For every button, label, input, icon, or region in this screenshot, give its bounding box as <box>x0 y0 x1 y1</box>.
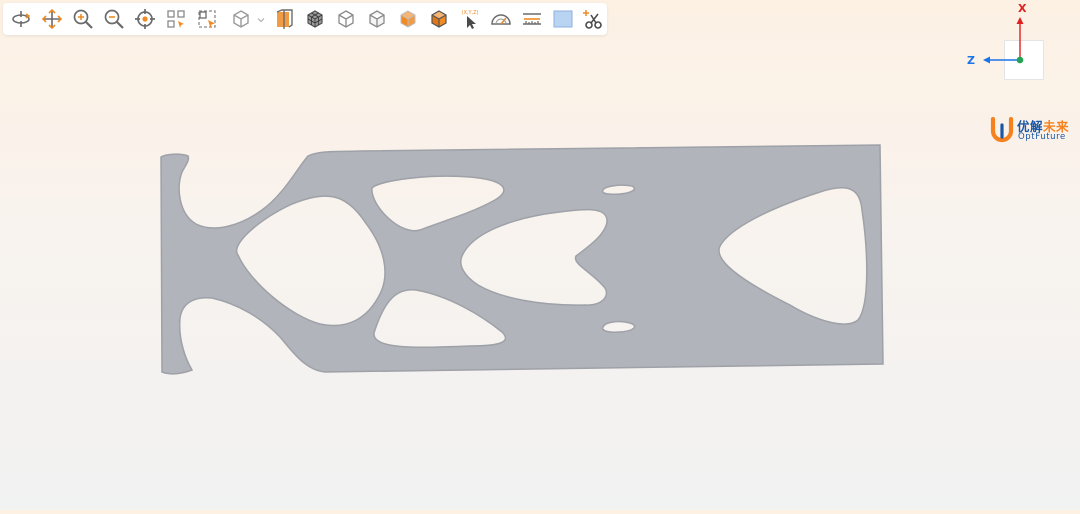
x-axis-arrow-icon <box>1016 17 1024 24</box>
logo-english-text: OptFuture <box>1018 132 1066 142</box>
xyz-pointer-icon: (X,Y,Z) <box>462 10 479 29</box>
view-toolbar: (X,Y,Z) <box>3 3 607 35</box>
axis-triad <box>983 17 1024 64</box>
pan-icon <box>41 8 63 30</box>
hidden-line-cube-icon <box>369 10 385 28</box>
zoom-out-icon <box>104 9 124 29</box>
section-plane-icon <box>276 9 293 29</box>
wireframe-cube-icon <box>338 10 354 28</box>
crosshair-icon <box>135 9 155 29</box>
ruler-icon <box>523 13 541 25</box>
section-cut-button[interactable] <box>581 7 605 31</box>
section-view-button[interactable] <box>272 7 296 31</box>
mesh-cube-icon <box>307 10 323 28</box>
background-color-button[interactable] <box>551 7 575 31</box>
rotate-button[interactable] <box>9 7 33 31</box>
shaded-view-button[interactable] <box>427 7 451 31</box>
y-axis-point-icon <box>1016 56 1024 64</box>
probe-label: (X,Y,Z) <box>462 10 479 16</box>
zoom-box-icon <box>198 10 216 28</box>
mesh-view-button[interactable] <box>303 7 327 31</box>
hidden-line-view-button[interactable] <box>365 7 389 31</box>
part-body <box>160 144 884 375</box>
scissors-icon <box>583 10 602 29</box>
z-axis-label: Z <box>967 54 975 67</box>
zoom-window-icon <box>167 10 185 28</box>
chevron-down-icon[interactable] <box>257 16 265 24</box>
logo-u-icon <box>990 117 1014 143</box>
zoom-box-button[interactable] <box>195 7 219 31</box>
distance-measure-button[interactable] <box>520 7 544 31</box>
shaded-edges-view-button[interactable] <box>396 7 420 31</box>
coordinate-probe-button[interactable]: (X,Y,Z) <box>458 7 482 31</box>
zoom-in-icon <box>73 9 93 29</box>
part-model[interactable] <box>0 40 1080 510</box>
color-swatch-icon <box>553 10 573 28</box>
zoom-window-button[interactable] <box>164 7 188 31</box>
shaded-cube-icon <box>431 10 447 28</box>
cube-dropdown-icon <box>233 10 249 28</box>
z-axis-arrow-icon <box>983 56 990 64</box>
protractor-icon <box>491 14 511 25</box>
zoom-in-button[interactable] <box>71 7 95 31</box>
wireframe-view-button[interactable] <box>334 7 358 31</box>
view-cube-menu-button[interactable] <box>229 7 253 31</box>
x-axis-label: X <box>1018 2 1027 15</box>
zoom-out-button[interactable] <box>102 7 126 31</box>
optfuture-logo: 优解未来 OptFuture <box>990 115 1076 147</box>
pan-button[interactable] <box>40 7 64 31</box>
shaded-edges-cube-icon <box>400 10 416 28</box>
rotate-icon <box>12 11 31 27</box>
fit-center-button[interactable] <box>133 7 157 31</box>
model-viewport[interactable] <box>0 40 1080 510</box>
angle-measure-button[interactable] <box>489 7 513 31</box>
